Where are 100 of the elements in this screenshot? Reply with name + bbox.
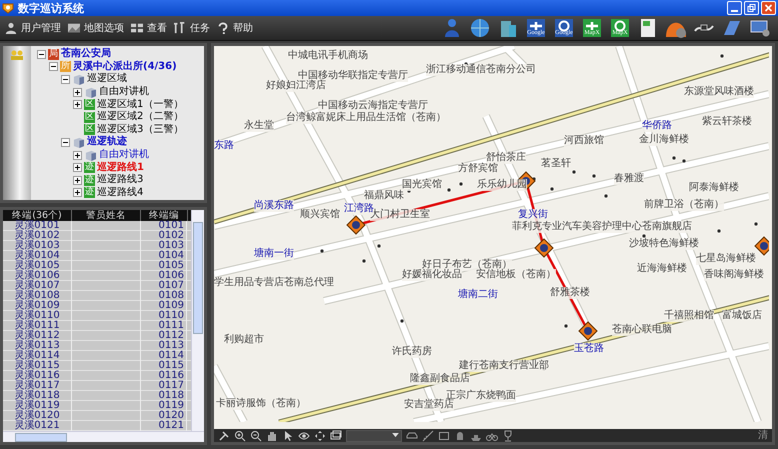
globe-icon: [469, 17, 491, 39]
group-icon: [10, 50, 24, 60]
tree-item[interactable]: 巡逻区域2（二警）: [97, 111, 184, 124]
place-label: 舒怡茶庄: [486, 152, 526, 164]
zoom-in-icon[interactable]: [234, 430, 246, 442]
move-icon[interactable]: [314, 430, 326, 442]
street-label: 塘南一街: [254, 248, 294, 260]
officer-marker[interactable]: [534, 238, 554, 258]
cube-icon: [72, 74, 85, 85]
place-label: 许氏药房: [392, 346, 432, 358]
eye-icon[interactable]: [298, 430, 310, 442]
place-label: 学生用品专营店苍南总代理: [214, 277, 334, 289]
expand-toggle[interactable]: [73, 176, 82, 185]
menu-item[interactable]: 查看: [130, 21, 167, 35]
user-icon: [6, 22, 16, 34]
street-label: 华侨路: [642, 120, 672, 132]
place-label: 隆鑫副食品店: [410, 373, 470, 385]
add-map-icon: [525, 17, 547, 39]
tree-item[interactable]: 巡逻区域: [87, 73, 127, 86]
tree-item[interactable]: 巡逻区域3（三警）: [97, 124, 184, 136]
minimize-button[interactable]: [727, 1, 742, 15]
expand-toggle[interactable]: [73, 163, 82, 172]
app-icon: [2, 2, 14, 14]
vertical-scrollbar[interactable]: [191, 210, 204, 431]
arrow-icon[interactable]: [282, 430, 294, 442]
zone-badge: 区: [84, 99, 95, 110]
officer-marker[interactable]: [346, 215, 366, 235]
close-button[interactable]: [761, 1, 776, 15]
refresh-map-icon: [609, 17, 631, 39]
place-label: 好媛福化妆品: [402, 269, 462, 281]
layers-icon[interactable]: [330, 430, 342, 442]
place-label: 香味阁海鲜楼: [704, 269, 764, 281]
window-title: 数字巡访系统: [18, 0, 84, 16]
tree-item[interactable]: 灵溪中心派出所(4/36): [73, 60, 177, 73]
zone-badge: 迹: [84, 162, 95, 174]
help-icon: [218, 22, 228, 34]
place-label: 中国移动云海指定专营厅: [318, 100, 428, 112]
add-map-icon: [581, 17, 603, 39]
place-label: 乐乐幼儿园: [477, 179, 527, 191]
place-label: 福鼎风味: [364, 190, 404, 202]
tree-item[interactable]: 巡逻区域1（一警）: [97, 98, 184, 111]
place-label: 舒雅茶楼: [550, 287, 590, 299]
place-label: 东源堂风味酒楼: [684, 86, 754, 98]
map-icon: [68, 24, 80, 32]
cube-icon: [72, 136, 85, 148]
tree-item[interactable]: 苍南公安局: [61, 48, 111, 60]
restore-icon: [746, 3, 757, 13]
street-label: 东路: [214, 140, 234, 152]
menu-item[interactable]: 帮助: [216, 21, 253, 35]
street-label: 塘南二街: [458, 289, 498, 301]
street-label: 玉苍路: [574, 343, 604, 355]
place-label: 顺兴宾馆: [300, 209, 340, 221]
place-label: 好娘妇江湾店: [266, 80, 326, 92]
expand-toggle[interactable]: [73, 150, 82, 160]
officer-marker[interactable]: [578, 321, 598, 341]
expand-toggle[interactable]: [61, 138, 70, 147]
place-label: 沙坡特色海鲜楼: [629, 238, 699, 250]
expand-toggle[interactable]: [73, 188, 82, 198]
tree-item[interactable]: 巡逻路线3: [97, 174, 144, 186]
expand-toggle[interactable]: [49, 62, 58, 72]
cube-icon: [84, 86, 97, 98]
zoom-out-icon[interactable]: [250, 430, 262, 442]
place-label: 富城饭店: [722, 310, 762, 322]
officer-marker[interactable]: [754, 236, 769, 256]
zone-badge: 迹: [84, 174, 95, 186]
tree-item[interactable]: 自由对讲机: [99, 86, 149, 98]
place-label: 苍南心联电脑: [612, 324, 672, 336]
place-label: 菲利克专业汽车美容护理中心苍南旗舰店: [512, 221, 692, 233]
expand-toggle[interactable]: [61, 74, 70, 84]
clear-button[interactable]: 清: [758, 430, 768, 442]
menu-item[interactable]: 任务: [173, 21, 210, 35]
place-label: 千禧照相馆: [664, 310, 714, 322]
restore-button[interactable]: [744, 1, 759, 15]
unit-badge: 所: [60, 61, 71, 72]
place-label: 春雅渡: [614, 173, 644, 185]
expand-toggle[interactable]: [37, 50, 46, 59]
horizontal-scrollbar[interactable]: [3, 431, 204, 442]
tree-item[interactable]: 巡逻路线4: [97, 186, 144, 199]
unit-badge: 局: [48, 48, 59, 60]
zone-badge: 区: [84, 124, 95, 136]
menu-item[interactable]: 地图选项: [67, 21, 124, 35]
expand-toggle[interactable]: [73, 100, 82, 110]
ruler-icon[interactable]: [422, 430, 434, 442]
map-dropdown[interactable]: [346, 430, 402, 442]
tree-item[interactable]: 巡逻路线1: [97, 162, 144, 174]
globe-button[interactable]: [468, 17, 492, 39]
place-label: 方舒宾馆: [458, 163, 498, 175]
place-label: 河西旅馆: [564, 135, 604, 147]
trophy-icon[interactable]: [502, 430, 514, 442]
tree-item[interactable]: 巡逻轨迹: [87, 136, 127, 148]
menu-item[interactable]: 用户管理: [4, 21, 61, 35]
tree-item[interactable]: 自由对讲机: [99, 149, 149, 162]
place-label: 阿泰海鲜楼: [689, 182, 739, 194]
place-label: 安信地板（苍南）: [476, 269, 556, 281]
place-label: 利购超市: [224, 334, 264, 346]
zone-badge: 区: [84, 112, 95, 123]
rect-icon[interactable]: [438, 430, 450, 442]
place-label: 近海海鲜楼: [637, 263, 687, 275]
grid-icon: [131, 24, 143, 32]
expand-toggle[interactable]: [73, 88, 82, 97]
